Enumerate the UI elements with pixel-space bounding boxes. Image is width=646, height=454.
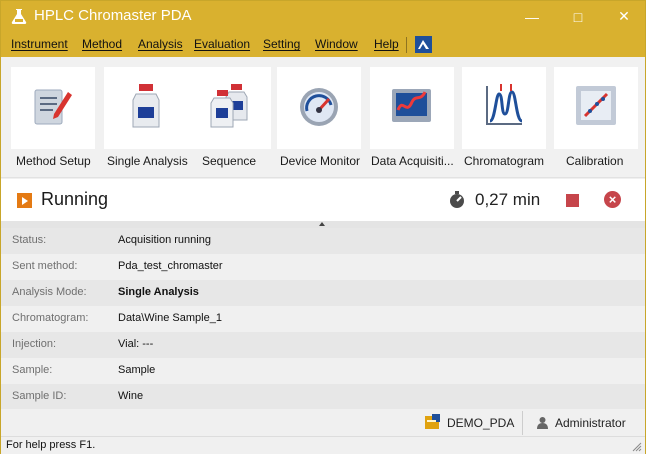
close-icon: ✕ [618,8,630,24]
single-analysis-icon [132,84,160,128]
detail-label: Analysis Mode: [12,286,87,298]
maximize-button[interactable]: □ [555,1,601,32]
calibration-label: Calibration [566,154,624,168]
detail-label: Sample: [12,364,53,376]
menu-method[interactable]: Method [82,37,122,51]
menu-evaluation[interactable]: Evaluation [194,37,250,51]
run-details-panel: Status: Acquisition running Sent method:… [1,228,645,410]
stopwatch-icon [450,191,464,208]
chromatogram-icon [486,84,523,125]
menu-bar: Instrument Method Analysis Evaluation Se… [1,32,645,57]
collapse-details-handle[interactable] [1,221,645,228]
chromatogram-button[interactable] [462,67,546,149]
resize-grip-icon[interactable] [632,442,642,452]
detail-row-status: Status: Acquisition running [1,228,645,254]
data-acquisition-icon [392,89,431,122]
device-monitor-icon [300,88,338,126]
help-text: For help press F1. [6,439,96,451]
data-acquisition-label: Data Acquisiti... [371,154,454,168]
method-setup-icon [34,89,72,125]
sequence-label: Sequence [202,154,257,168]
maximize-icon: □ [573,8,583,25]
detail-value: Acquisition running [118,234,211,246]
abort-icon: × [608,192,617,207]
flask-app-icon [11,9,27,24]
detail-row-chromatogram: Chromatogram: Data\Wine Sample_1 [1,306,645,332]
detail-label: Sample ID: [12,390,67,402]
data-acquisition-button[interactable] [370,67,454,149]
method-setup-label: Method Setup [16,154,91,168]
database-name: DEMO_PDA [447,416,515,430]
detail-row-injection: Injection: Vial: --- [1,332,645,358]
menu-help[interactable]: Help [374,37,399,51]
detail-row-sample: Sample: Sample [1,358,645,384]
abort-button[interactable]: × [604,191,621,208]
menu-window[interactable]: Window [315,37,358,51]
detail-label: Chromatogram: [12,312,89,324]
running-state-icon [17,193,32,208]
title-bar[interactable]: HPLC Chromaster PDA — □ ✕ [1,1,645,32]
bottom-separator [522,411,523,435]
bottom-info-bar: DEMO_PDA Administrator [1,409,645,436]
toolbar: Method Setup Single Analysis Sequence De… [1,57,645,178]
application-window: HPLC Chromaster PDA — □ ✕ Instrument Met… [0,0,646,454]
user-name: Administrator [555,416,626,430]
detail-row-sent-method: Sent method: Pda_test_chromaster [1,254,645,280]
detail-row-analysis-mode: Analysis Mode: Single Analysis [1,280,645,306]
collapse-caret-icon [319,222,325,226]
status-bar: For help press F1. [1,436,645,454]
single-analysis-button[interactable] [104,67,188,149]
menu-analysis[interactable]: Analysis [138,37,183,51]
chromatogram-label: Chromatogram [464,154,545,168]
brand-logo-icon [415,36,432,53]
elapsed-time: 0,27 min [475,190,541,209]
sequence-button[interactable] [187,67,271,149]
minimize-button[interactable]: — [509,1,555,32]
detail-value: Wine [118,390,144,402]
menu-setting[interactable]: Setting [263,37,300,51]
calibration-button[interactable] [554,67,638,149]
detail-value: Sample [118,364,156,376]
detail-value: Vial: --- [118,338,154,350]
detail-row-sample-id: Sample ID: Wine [1,384,645,410]
detail-label: Sent method: [12,260,78,272]
detail-label: Status: [12,234,47,246]
menu-separator [406,37,407,53]
calibration-icon [576,86,616,125]
detail-value: Single Analysis [118,286,199,298]
detail-value: Data\Wine Sample_1 [118,312,222,324]
close-window-button[interactable]: ✕ [601,1,646,32]
minimize-icon: — [525,8,539,25]
method-setup-button[interactable] [11,67,95,149]
single-analysis-label: Single Analysis [107,154,188,168]
window-title: HPLC Chromaster PDA [34,7,192,24]
stop-button[interactable] [566,194,579,207]
device-monitor-label: Device Monitor [280,154,361,168]
run-state-text: Running [41,189,109,209]
database-icon [425,414,440,429]
user-icon [537,417,548,429]
menu-instrument[interactable]: Instrument [11,37,68,51]
sequence-icon [210,84,248,128]
detail-value: Pda_test_chromaster [118,260,223,272]
device-monitor-button[interactable] [277,67,361,149]
detail-label: Injection: [12,338,57,350]
